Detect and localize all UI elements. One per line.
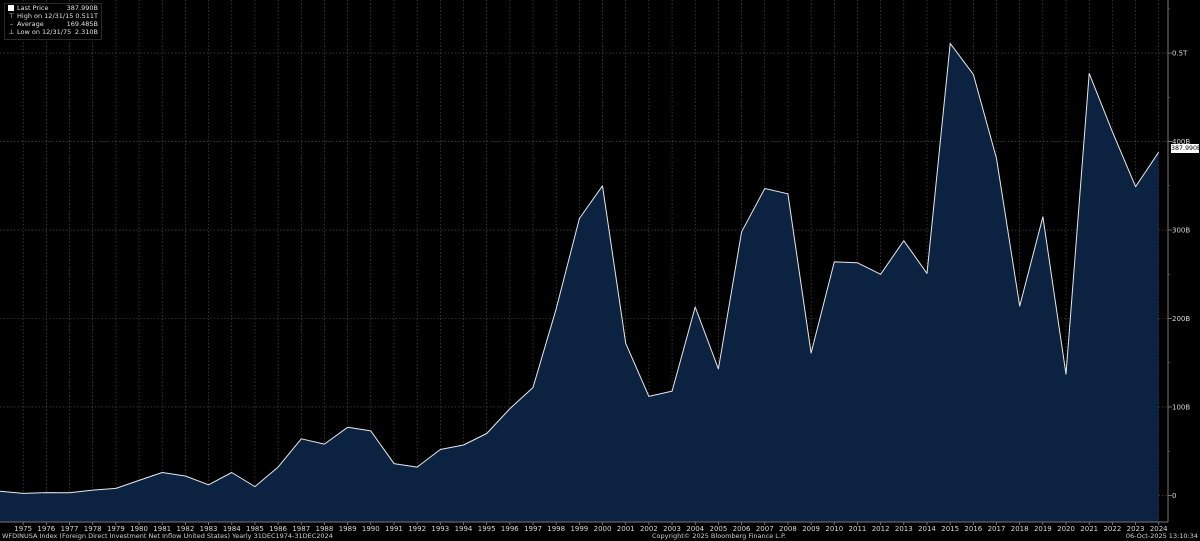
y-axis: 0100B200B300B400B0.5T	[1168, 8, 1190, 500]
footer-timestamp: 06-Oct-2025 13:10:34	[1125, 532, 1198, 540]
legend-low-label: Low on 12/31/75	[17, 28, 72, 36]
y-tick-label: 200B	[1172, 315, 1190, 323]
legend-high-value: 0.511T	[75, 12, 98, 20]
y-tick-label: 0	[1172, 492, 1176, 500]
y-tick-label: 300B	[1172, 227, 1190, 235]
legend-last-price: Last Price 387.990B	[5, 4, 101, 12]
legend-last-price-label: Last Price	[17, 4, 49, 12]
low-marker-icon: ⊥	[8, 28, 15, 36]
chart: 1975 1976 1977 1978 1979 1980 1981 1982 1983 1984…	[0, 0, 1190, 533]
average-marker-icon: –	[9, 20, 14, 28]
legend-average-value: 169.485B	[66, 20, 98, 28]
last-value-tag: 387.990B	[1171, 144, 1200, 153]
legend-average: – Average 169.485B	[5, 20, 101, 28]
footer: WFDINUSA Index (Foreign Direct Investmen…	[0, 531, 1200, 541]
y-tick-label: 100B	[1172, 403, 1190, 411]
legend-high: ⊤ High on 12/31/15 0.511T	[5, 12, 101, 20]
legend-high-label: High on 12/31/15	[17, 12, 74, 20]
high-marker-icon: ⊤	[8, 12, 15, 20]
legend-low-value: 2.310B	[74, 28, 98, 36]
legend-last-price-value: 387.990B	[66, 4, 98, 12]
y-tick-label: 0.5T	[1172, 50, 1188, 58]
legend-low: ⊥ Low on 12/31/75 2.310B	[5, 28, 101, 36]
footer-security-description: WFDINUSA Index (Foreign Direct Investmen…	[2, 532, 333, 540]
footer-copyright: Copyright© 2025 Bloomberg Finance L.P.	[652, 532, 786, 540]
last-price-swatch	[8, 5, 14, 11]
legend: Last Price 387.990B ⊤ High on 12/31/15 0…	[4, 3, 102, 40]
legend-average-label: Average	[17, 20, 44, 28]
chart-area-layer	[0, 42, 1160, 523]
